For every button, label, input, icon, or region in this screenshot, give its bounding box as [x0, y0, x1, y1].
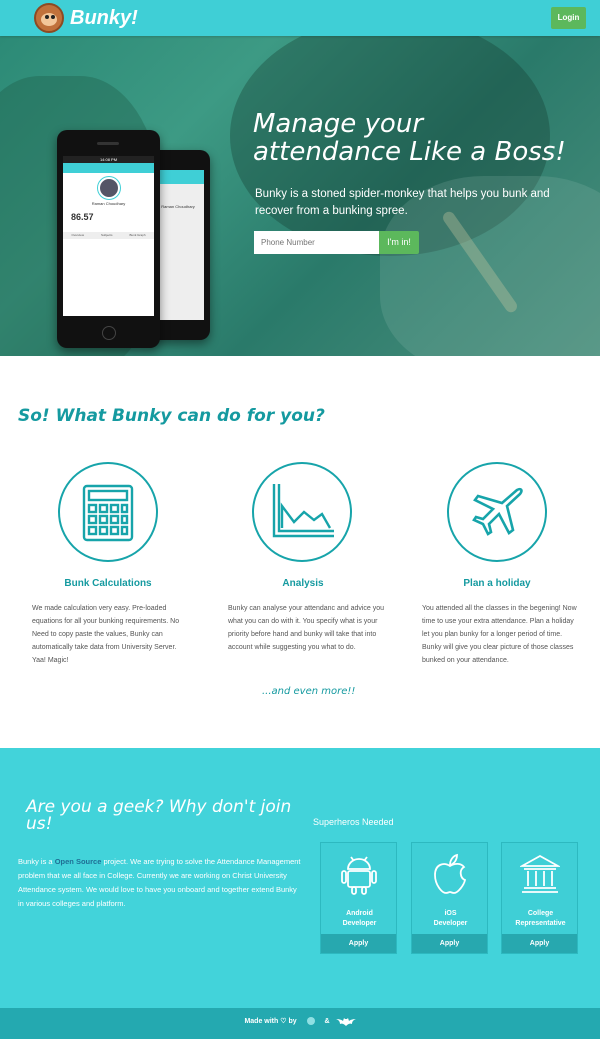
geek-description: Bunky is a Open Source project. We are t… [18, 857, 301, 908]
role-card-college: College Representative Apply [501, 842, 578, 954]
phone-number-input[interactable] [254, 231, 379, 254]
role-title: Android Developer [342, 910, 377, 927]
contribute-section: Are you a geek? Why don't join us! Bunky… [0, 748, 600, 1008]
phone-mockup-front: 14:08 PM Raman Choudhary 86.57 Overview … [57, 130, 160, 348]
hero-section: Raman Choudhary 14:08 PM Raman Choudhary… [0, 36, 600, 356]
monkey-icon [306, 1017, 315, 1026]
signup-button[interactable]: I'm in! [379, 231, 419, 254]
feature-heading-holiday: Plan a holiday [463, 578, 531, 589]
feature-text-holiday: You attended all the classes in the bege… [422, 605, 577, 664]
feature-heading-analysis: Analysis [282, 578, 324, 589]
footer: Made with ♡ by & [0, 1008, 600, 1039]
chart-icon [252, 462, 352, 562]
feature-text-calculations: We made calculation very easy. Pre-loade… [32, 605, 180, 664]
login-button[interactable]: Login [551, 7, 586, 29]
navbar: Bunky! Login [0, 0, 600, 36]
android-icon [341, 856, 377, 895]
college-icon [520, 854, 560, 893]
feature-heading-calculations: Bunk Calculations [64, 578, 152, 589]
monkey-icon [34, 3, 64, 33]
apply-college-button[interactable]: Apply [502, 934, 577, 953]
role-card-ios: iOS Developer Apply [411, 842, 488, 954]
batman-icon [335, 1017, 356, 1026]
airplane-icon [447, 462, 547, 562]
geek-title: Are you a geek? Why don't join us! [26, 797, 292, 834]
apply-ios-button[interactable]: Apply [412, 934, 487, 953]
features-title: So! What Bunky can do for you? [18, 406, 325, 426]
hero-subtitle: Bunky is a stoned spider-monkey that hel… [255, 188, 550, 217]
more-features-text: ...and even more!! [262, 686, 356, 697]
feature-text-analysis: Bunky can analyse your attendanc and adv… [228, 605, 385, 651]
open-source-link[interactable]: Open Source [55, 857, 102, 866]
brand-logo[interactable]: Bunky! [34, 3, 138, 33]
heart-icon: ♡ [280, 1018, 287, 1025]
avatar [97, 177, 120, 199]
brand-name: Bunky! [70, 6, 138, 29]
apply-android-button[interactable]: Apply [321, 934, 396, 953]
calculator-icon [58, 462, 158, 562]
hero-title: Manage your attendance Like a Boss! [253, 109, 566, 167]
roles-title: Superheros Needed [313, 817, 394, 827]
role-title: iOS Developer [433, 910, 468, 927]
role-title: College Representative [515, 910, 566, 927]
role-card-android: Android Developer Apply [320, 842, 397, 954]
apple-icon [434, 853, 467, 894]
